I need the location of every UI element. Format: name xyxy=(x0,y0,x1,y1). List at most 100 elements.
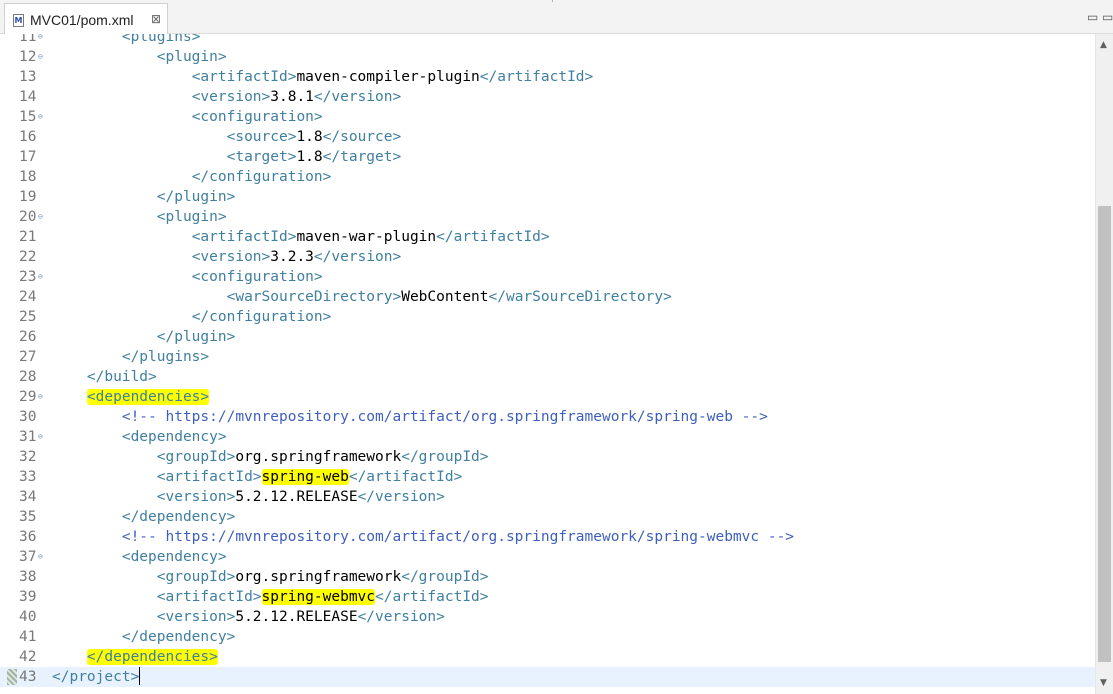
xml-tag: <configuration> xyxy=(191,109,323,125)
xml-tag: </plugins> xyxy=(121,349,210,365)
close-icon[interactable]: ⊠ xyxy=(151,12,161,26)
code-line[interactable]: 33 <artifactId>spring-web</artifactId> xyxy=(0,467,1095,487)
code-text: </plugin> xyxy=(52,327,236,347)
line-number: 33 xyxy=(19,469,37,485)
xml-text: WebContent xyxy=(401,289,489,305)
code-line[interactable]: 18 </configuration> xyxy=(0,167,1095,187)
fold-toggle-icon[interactable]: ⊖ xyxy=(38,207,43,227)
xml-text: 3.2.3 xyxy=(270,249,314,265)
code-line[interactable]: 31 ⊖ <dependency> xyxy=(0,427,1095,447)
code-line[interactable]: 20 ⊖ <plugin> xyxy=(0,207,1095,227)
code-line[interactable]: 37 ⊖ <dependency> xyxy=(0,547,1095,567)
code-text: <source>1.8</source> xyxy=(52,127,402,147)
xml-tag: </plugin> xyxy=(156,189,236,205)
xml-tag: <dependencies> xyxy=(86,389,210,405)
code-line[interactable]: 25 </configuration> xyxy=(0,307,1095,327)
line-number: 11 xyxy=(19,34,37,45)
code-line[interactable]: 12 ⊖ <plugin> xyxy=(0,47,1095,67)
code-line[interactable]: 26 </plugin> xyxy=(0,327,1095,347)
fold-toggle-icon[interactable]: ⊖ xyxy=(38,427,43,447)
fold-toggle-icon[interactable]: ⊖ xyxy=(38,107,43,127)
xml-tag: </dependencies> xyxy=(86,649,218,665)
code-text: </dependency> xyxy=(52,627,236,647)
code-line[interactable]: 43 </project> xyxy=(0,667,1095,687)
maximize-icon[interactable]: ▭ xyxy=(1102,10,1113,24)
xml-tag: </artifactId> xyxy=(436,229,550,245)
code-line[interactable]: 24 <warSourceDirectory>WebContent</warSo… xyxy=(0,287,1095,307)
xml-tag: </warSourceDirectory> xyxy=(488,289,672,305)
code-line[interactable]: 13 <artifactId>maven-compiler-plugin</ar… xyxy=(0,67,1095,87)
xml-text: org.springframework xyxy=(235,449,402,465)
change-marker-icon xyxy=(7,669,17,685)
code-line[interactable]: 11 ⊖ <plugins> xyxy=(0,34,1095,47)
code-line[interactable]: 28 </build> xyxy=(0,367,1095,387)
code-line[interactable]: 32 <groupId>org.springframework</groupId… xyxy=(0,447,1095,467)
code-text: <version>3.2.3</version> xyxy=(52,247,402,267)
code-line[interactable]: 35 </dependency> xyxy=(0,507,1095,527)
code-editor[interactable]: 11 ⊖ <plugins> 12 ⊖ <plugin> 13 <artifactId>… xyxy=(0,34,1095,694)
scrollbar-thumb[interactable] xyxy=(1098,206,1111,662)
fold-toggle-icon[interactable]: ⊖ xyxy=(38,47,43,67)
xml-tag: </version> xyxy=(313,249,402,265)
code-line[interactable]: 40 <version>5.2.12.RELEASE</version> xyxy=(0,607,1095,627)
code-line[interactable]: 21 <artifactId>maven-war-plugin</artifac… xyxy=(0,227,1095,247)
code-line[interactable]: 14 <version>3.8.1</version> xyxy=(0,87,1095,107)
code-line[interactable]: 17 <target>1.8</target> xyxy=(0,147,1095,167)
fold-toggle-icon[interactable]: ⊖ xyxy=(38,34,43,47)
fold-toggle-icon[interactable]: ⊖ xyxy=(38,387,43,407)
line-number: 25 xyxy=(19,309,37,325)
code-line[interactable]: 27 </plugins> xyxy=(0,347,1095,367)
code-line[interactable]: 41 </dependency> xyxy=(0,627,1095,647)
code-text: <dependency> xyxy=(52,547,227,567)
scroll-up-icon[interactable]: ▲ xyxy=(1100,40,1107,50)
line-number: 15 xyxy=(19,109,37,125)
code-line[interactable]: 16 <source>1.8</source> xyxy=(0,127,1095,147)
code-line[interactable]: 29 ⊖ <dependencies> xyxy=(0,387,1095,407)
code-text: <groupId>org.springframework</groupId> xyxy=(52,447,489,467)
xml-comment: <!-- https://mvnrepository.com/artifact/… xyxy=(121,409,768,425)
code-text: <version>5.2.12.RELEASE</version> xyxy=(52,487,445,507)
xml-tag: <artifactId> xyxy=(156,589,262,605)
code-line[interactable]: 19 </plugin> xyxy=(0,187,1095,207)
code-line[interactable]: 34 <version>5.2.12.RELEASE</version> xyxy=(0,487,1095,507)
line-number: 27 xyxy=(19,349,37,365)
xml-tag: <configuration> xyxy=(191,269,323,285)
code-line[interactable]: 22 <version>3.2.3</version> xyxy=(0,247,1095,267)
code-line[interactable]: 30 <!-- https://mvnrepository.com/artifa… xyxy=(0,407,1095,427)
code-line[interactable]: 36 <!-- https://mvnrepository.com/artifa… xyxy=(0,527,1095,547)
code-text: <!-- https://mvnrepository.com/artifact/… xyxy=(52,527,794,547)
code-line[interactable]: 39 <artifactId>spring-webmvc</artifactId… xyxy=(0,587,1095,607)
code-text: </configuration> xyxy=(52,167,332,187)
code-line[interactable]: 15 ⊖ <configuration> xyxy=(0,107,1095,127)
code-text: <configuration> xyxy=(52,107,323,127)
fold-toggle-icon[interactable]: ⊖ xyxy=(38,267,43,287)
code-line[interactable]: 42 </dependencies> xyxy=(0,647,1095,667)
minimize-icon[interactable]: ▭ xyxy=(1087,10,1098,24)
xml-text: 1.8 xyxy=(296,129,323,145)
code-text: <target>1.8</target> xyxy=(52,147,402,167)
tab-pom-xml[interactable]: M MVC01/pom.xml ⊠ xyxy=(4,3,168,34)
xml-tag: <dependency> xyxy=(121,429,227,445)
editor-tab-bar: M MVC01/pom.xml ⊠ ▭ ▭ xyxy=(0,0,1113,34)
vertical-scrollbar[interactable]: ▲ ▼ xyxy=(1095,34,1113,694)
code-text: <dependencies> xyxy=(52,387,210,407)
xml-tag: <warSourceDirectory> xyxy=(226,289,402,305)
line-number: 42 xyxy=(19,649,37,665)
line-number: 39 xyxy=(19,589,37,605)
fold-toggle-icon[interactable]: ⊖ xyxy=(38,547,43,567)
line-number: 14 xyxy=(19,89,37,105)
xml-text: maven-war-plugin xyxy=(296,229,437,245)
line-number: 20 xyxy=(19,209,37,225)
code-line[interactable]: 23 ⊖ <configuration> xyxy=(0,267,1095,287)
xml-text: 3.8.1 xyxy=(270,89,314,105)
scroll-down-icon[interactable]: ▼ xyxy=(1100,678,1107,688)
code-line[interactable]: 38 <groupId>org.springframework</groupId… xyxy=(0,567,1095,587)
